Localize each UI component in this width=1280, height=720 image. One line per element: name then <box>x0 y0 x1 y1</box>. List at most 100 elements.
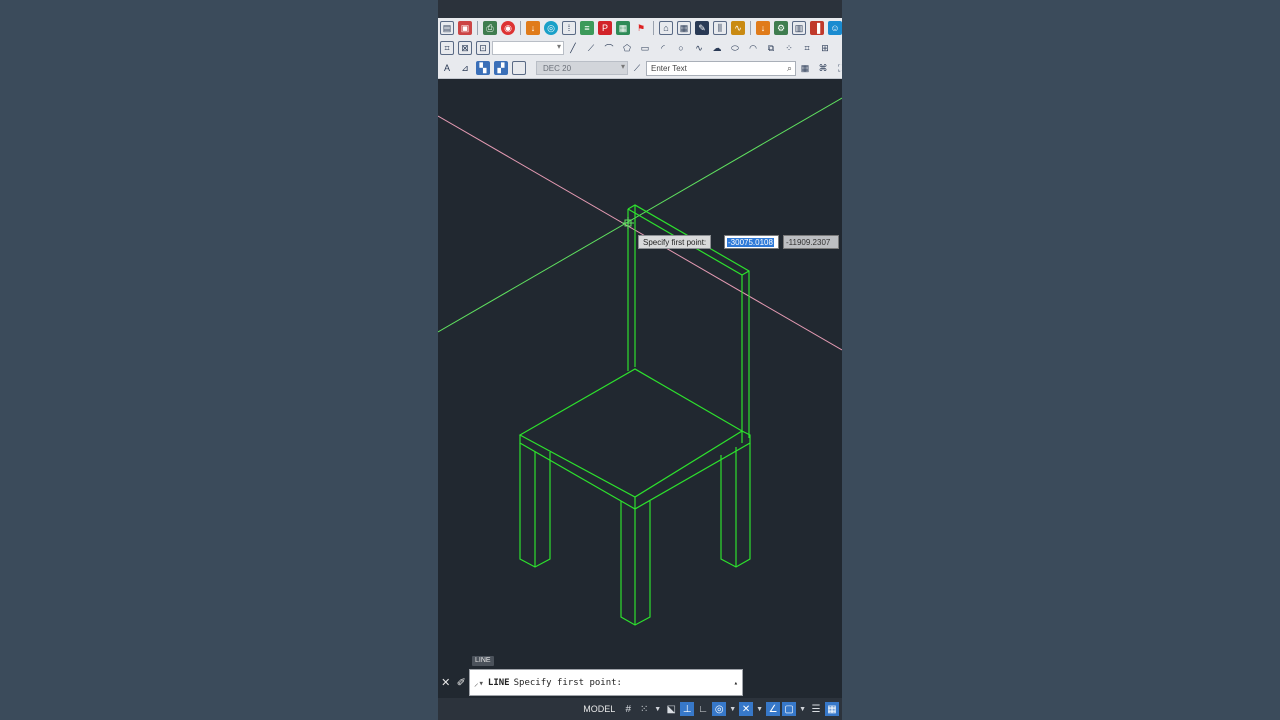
dynamic-input-prompt: Specify first point: <box>638 235 712 249</box>
wrench-icon[interactable]: ✐ <box>457 676 466 689</box>
point-icon[interactable]: ⁘ <box>782 41 796 55</box>
styles-toolbar: A ⊿ ▚ ▞ DEC 20 ▾ ⟋ Enter Text ⌕ ▦ ⌘ ⛶ <box>438 58 842 79</box>
wave-icon[interactable]: ∿ <box>731 21 745 35</box>
dim-style-icon[interactable]: ⊿ <box>458 61 472 75</box>
new-icon[interactable]: ▤ <box>440 21 454 35</box>
line-icon[interactable]: ⟋ <box>584 41 598 55</box>
hatch-icon[interactable]: ⌗ <box>800 41 814 55</box>
drawing-canvas[interactable] <box>438 79 842 669</box>
model-button[interactable]: MODEL <box>583 704 615 714</box>
command-prompt-text: Specify first point: <box>513 677 622 688</box>
chevron-down-icon[interactable]: ▼ <box>799 706 806 713</box>
chevron-down-icon[interactable]: ▼ <box>654 706 661 713</box>
letterbox-left <box>0 0 438 720</box>
layer-dropdown[interactable]: ▾ <box>492 41 564 55</box>
search-icon[interactable]: ⌕ <box>787 63 792 74</box>
arc-icon[interactable]: ⌒ <box>602 41 616 55</box>
grid-view-icon[interactable]: ▦ <box>798 61 812 75</box>
status-bar: MODEL # ⁙ ▼ ⬕ ⊥ ∟ ◎ ▼ ✕ ▼ ∠ ▢ ▼ ☰ ▦ <box>438 698 842 720</box>
ellipse-icon[interactable]: ⬭ <box>728 41 742 55</box>
draw-toolbar: ⌗ ⊠ ⊡ ▾ ╱ ⟋ ⌒ ⬠ ▭ ◜ ○ ∿ ☁ ⬭ ◠ ⧉ ⁘ ⌗ ⊞ <box>438 38 842 59</box>
coordinate-x-value: -30075.0108 <box>727 237 774 247</box>
cursor-icon <box>622 217 634 229</box>
plot-icon[interactable]: ◉ <box>501 21 515 35</box>
insert-icon[interactable]: ⧉ <box>764 41 778 55</box>
search-input[interactable]: Enter Text ⌕ <box>646 60 796 76</box>
quick-access-toolbar: ▤ ▣ ⎙ ◉ ↓ ◎ ⁞ ≡ P ▦ ⚑ ⌂ ▦ ✎ ⫼ ∿ ↓ ⚙ ▥ ▐ … <box>438 18 842 39</box>
globe-icon[interactable]: ◎ <box>544 21 558 35</box>
pdf-icon[interactable]: P <box>598 21 612 35</box>
coordinate-y-input[interactable]: -11909.2307 <box>783 235 839 249</box>
letterbox-right <box>842 0 1280 720</box>
command-history-icon[interactable]: ▴ <box>734 679 738 687</box>
table-icon[interactable]: ⊞ <box>818 41 832 55</box>
cloud-icon[interactable]: ☁ <box>710 41 724 55</box>
match-icon[interactable]: ⁞ <box>562 21 576 35</box>
infer-icon[interactable]: ⬕ <box>664 702 678 716</box>
osnap-icon[interactable]: ✕ <box>739 702 754 716</box>
crosshair-axis-pink <box>438 115 842 351</box>
chevron-down-icon[interactable]: ▼ <box>756 706 763 713</box>
rectangle-icon[interactable]: ▭ <box>638 41 652 55</box>
image-icon[interactable]: ▦ <box>616 21 630 35</box>
ortho-icon[interactable]: ⊥ <box>680 702 695 716</box>
toolbar-separator <box>750 21 751 35</box>
download-icon[interactable]: ↓ <box>526 21 540 35</box>
command-line[interactable]: ⸝▾ LINE Specify first point: ▴ <box>469 669 743 696</box>
toolbar-separator <box>653 21 654 35</box>
crosshair-axis-green <box>438 97 842 333</box>
save-icon[interactable]: ▣ <box>458 21 472 35</box>
select-window-icon[interactable]: ⌗ <box>440 41 454 55</box>
close-icon[interactable]: ✕ <box>441 676 450 689</box>
title-strip <box>438 0 842 18</box>
tools-icon[interactable]: ⚙ <box>774 21 788 35</box>
house-icon[interactable]: ⌂ <box>659 21 673 35</box>
crossing-icon[interactable]: ⊡ <box>476 41 490 55</box>
polar-icon[interactable]: ∟ <box>696 702 710 716</box>
measure-icon[interactable]: ⟋ <box>630 61 644 75</box>
toolbar-separator <box>520 21 521 35</box>
command-side-buttons: ✕ ✐ <box>438 669 469 696</box>
circle-icon[interactable]: ○ <box>674 41 688 55</box>
gizmo-icon[interactable]: ⛶ <box>834 61 842 75</box>
chevron-down-icon: ▾ <box>556 42 561 51</box>
group-icon[interactable]: ▞ <box>494 61 508 75</box>
book-icon[interactable]: ▐ <box>810 21 824 35</box>
chevron-down-icon: ▾ <box>620 62 625 71</box>
snap-icon[interactable]: ⁙ <box>637 702 651 716</box>
coordinate-x-input[interactable]: -30075.0108 <box>724 235 779 249</box>
cad-window: ▤ ▣ ⎙ ◉ ↓ ◎ ⁞ ≡ P ▦ ⚑ ⌂ ▦ ✎ ⫼ ∿ ↓ ⚙ ▥ ▐ … <box>438 0 842 720</box>
chevron-down-icon[interactable]: ▼ <box>729 706 736 713</box>
grid-icon[interactable]: # <box>621 702 635 716</box>
search-placeholder: Enter Text <box>651 63 687 73</box>
calc-icon[interactable]: ▥ <box>792 21 806 35</box>
user-icon[interactable]: ☺ <box>828 21 842 35</box>
polyline-icon[interactable]: ╱ <box>566 41 580 55</box>
layer-state-icon[interactable]: ▚ <box>476 61 490 75</box>
flag-icon[interactable]: ⚑ <box>634 21 648 35</box>
isodraft-icon[interactable]: ◎ <box>712 702 727 716</box>
download-icon[interactable]: ↓ <box>756 21 770 35</box>
edit-icon[interactable]: ✎ <box>695 21 709 35</box>
dimstyle-dropdown[interactable]: DEC 20 ▾ <box>536 61 628 75</box>
osnap-track-icon[interactable]: ∠ <box>766 702 781 716</box>
grid-icon[interactable]: ▦ <box>677 21 691 35</box>
spline-icon[interactable]: ∿ <box>692 41 706 55</box>
command-prompt-icon: ⸝▾ <box>474 679 484 689</box>
dimstyle-value: DEC 20 <box>543 63 572 73</box>
text-style-icon[interactable]: A <box>440 61 454 75</box>
ruler-icon[interactable]: ⫼ <box>713 21 727 35</box>
chair-drawing <box>518 204 751 626</box>
curve-icon[interactable]: ◜ <box>656 41 670 55</box>
command-name: LINE <box>487 677 510 688</box>
selection-cycle-icon[interactable]: ▦ <box>825 702 839 716</box>
fence-icon[interactable]: ⊠ <box>458 41 472 55</box>
ellipse-arc-icon[interactable]: ◠ <box>746 41 760 55</box>
lineweight-icon[interactable]: ▢ <box>782 702 797 716</box>
isometric-icon[interactable]: ⌘ <box>816 61 830 75</box>
polygon-icon[interactable]: ⬠ <box>620 41 634 55</box>
customize-icon[interactable]: ☰ <box>809 702 823 716</box>
viewport-icon[interactable] <box>512 61 526 75</box>
layers-icon[interactable]: ≡ <box>580 21 594 35</box>
print-icon[interactable]: ⎙ <box>483 21 497 35</box>
